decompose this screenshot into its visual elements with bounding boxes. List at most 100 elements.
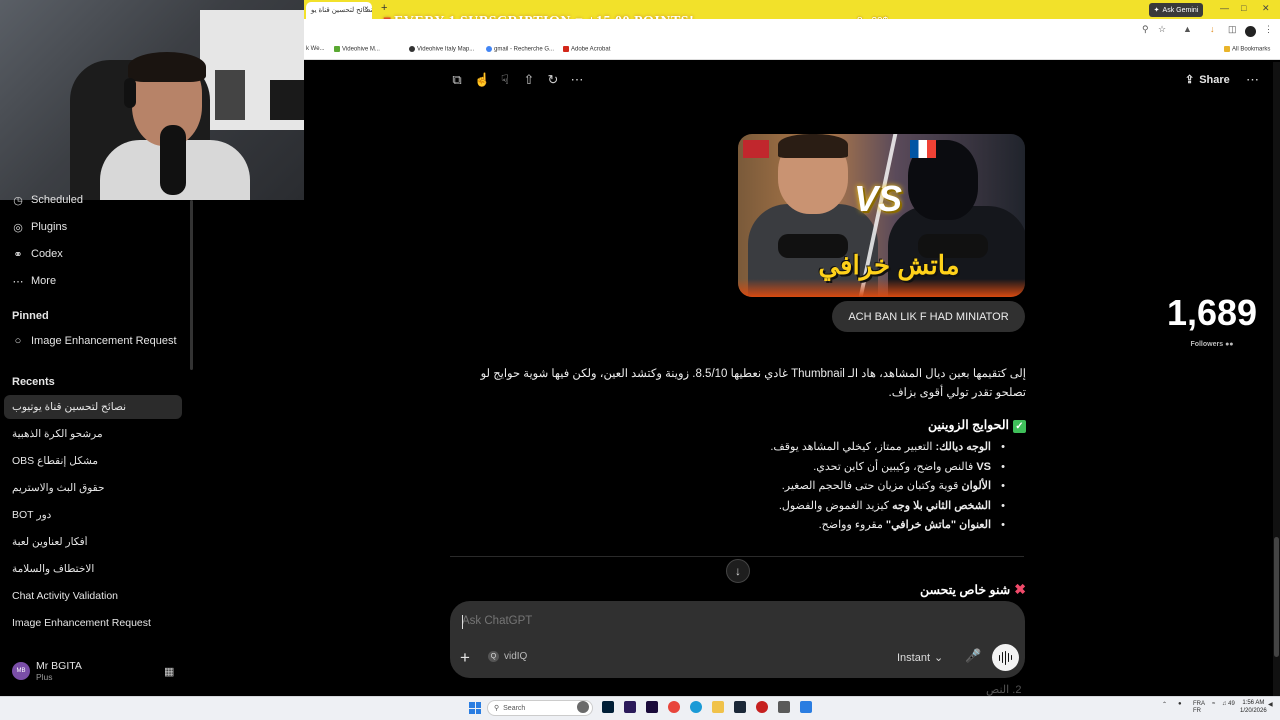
recent-chat-item[interactable]: حقوق البث والاستريم: [12, 482, 180, 494]
list-item: الشخص الثاني بلا وجه كيزيد الغموض والفضو…: [450, 497, 1005, 517]
bookmark-item[interactable]: gmail - Recherche G...: [486, 46, 554, 53]
edge-icon[interactable]: [690, 701, 702, 713]
more-dots-icon[interactable]: ⋯: [570, 72, 584, 88]
browser-tab-active[interactable]: نصائح لتحسين قناة يو: [306, 2, 372, 19]
media-encoder-icon[interactable]: [624, 701, 636, 713]
bookmark-favicon: [334, 46, 340, 52]
close-window-icon[interactable]: ✕: [1262, 3, 1270, 14]
list-item: الألوان قوية وكتبان مزيان حتى فالحجم الص…: [450, 477, 1005, 497]
all-bookmarks-label: All Bookmarks: [1232, 46, 1271, 53]
scrollbar-thumb[interactable]: [1274, 537, 1279, 657]
recent-chat-item[interactable]: Chat Activity Validation: [12, 590, 180, 602]
new-tab-button[interactable]: +: [381, 2, 387, 14]
recent-chat-item[interactable]: مشكل إنقطاع OBS: [12, 455, 180, 467]
bookmark-item[interactable]: Adobe Acrobat: [563, 46, 610, 53]
windows-start-icon[interactable]: [469, 702, 481, 714]
bookmark-item[interactable]: Videohive Italy Map...: [409, 46, 474, 53]
download-icon[interactable]: ↓: [1210, 24, 1215, 34]
check-icon: ✓: [1013, 420, 1026, 433]
volume-indicator[interactable]: ♫ 49: [1222, 701, 1235, 707]
pinned-chat-label: Image Enhancement Request: [31, 335, 177, 347]
add-attachment-button[interactable]: +: [460, 648, 470, 668]
taskbar-widget-icon[interactable]: [577, 701, 589, 713]
chrome-icon[interactable]: [668, 701, 680, 713]
vidiq-plugin-chip[interactable]: QvidIQ: [488, 651, 527, 662]
premiere-icon[interactable]: [646, 701, 658, 713]
microphone-button[interactable]: 🎤: [965, 648, 981, 664]
tray-chevron-icon[interactable]: ⌃: [1162, 701, 1167, 708]
copy-icon[interactable]: ⧉: [450, 72, 464, 88]
maximize-icon[interactable]: □: [1241, 3, 1246, 13]
recent-chat-item[interactable]: أفكار لعناوين لعبة: [12, 536, 180, 548]
profile-avatar[interactable]: [1245, 26, 1256, 37]
photoshop-icon[interactable]: [602, 701, 614, 713]
user-profile[interactable]: MB Mr BGITA Plus: [12, 660, 82, 682]
vidiq-label: vidIQ: [504, 651, 528, 662]
chat-circle-icon: ○: [14, 335, 22, 347]
thumbs-down-icon[interactable]: ☟: [498, 72, 512, 88]
address-bar[interactable]: [304, 19, 1280, 42]
main-scrollbar[interactable]: [1273, 62, 1280, 696]
sidebar-item-scheduled[interactable]: ◷ Scheduled: [12, 194, 83, 207]
sidebar-scrollbar[interactable]: [190, 200, 193, 370]
recents-section-title: Recents: [12, 376, 55, 388]
recent-chat-item[interactable]: الاختطاف والسلامة: [12, 563, 180, 575]
sidebar-item-label: Plugins: [31, 221, 68, 233]
voice-mode-button[interactable]: [992, 644, 1019, 671]
sidebar-item-label: Codex: [31, 248, 63, 260]
user-plan: Plus: [36, 672, 53, 682]
search-icon: ⚲: [494, 705, 500, 712]
bookmark-favicon: [563, 46, 569, 52]
browser-menu-icon[interactable]: ⋮: [1264, 24, 1273, 35]
all-bookmarks[interactable]: All Bookmarks: [1224, 46, 1270, 53]
tab-close-icon[interactable]: ×: [364, 4, 369, 13]
extensions-icon[interactable]: ▲: [1183, 24, 1192, 34]
minimize-icon[interactable]: —: [1220, 3, 1229, 13]
split-view-icon[interactable]: ◫: [1228, 24, 1237, 35]
app-icon[interactable]: [778, 701, 790, 713]
regenerate-icon[interactable]: ↻: [546, 72, 560, 88]
thumbs-up-icon[interactable]: ☝: [474, 72, 490, 88]
sidebar-item-more[interactable]: ⋯ More: [12, 275, 57, 288]
file-explorer-icon[interactable]: [712, 701, 724, 713]
ask-gemini-button[interactable]: ✦ Ask Gemini: [1149, 3, 1203, 17]
good-heading-text: الحوايج الزوينين: [927, 418, 1009, 432]
upload-icon[interactable]: ⇧: [522, 72, 536, 88]
conversation-menu-icon[interactable]: ⋯: [1246, 72, 1259, 88]
share-button[interactable]: ⇪ Share: [1185, 73, 1230, 87]
list-item-bold: العنوان "ماتش خرافي": [885, 519, 991, 531]
app-icon[interactable]: [800, 701, 812, 713]
people-icon: ●●: [1225, 341, 1234, 348]
search-icon[interactable]: ⚲: [1142, 24, 1149, 35]
recent-chat-item[interactable]: مرشحو الكرة الذهبية: [12, 428, 180, 440]
obs-icon[interactable]: [756, 701, 768, 713]
screen: نصائح لتحسين قناة يو × + ■EVERY 1 SUBSCR…: [0, 0, 1280, 720]
recent-chat-item[interactable]: دور BOT: [12, 509, 180, 521]
gift-icon[interactable]: ▦: [164, 665, 174, 678]
sidebar-item-codex[interactable]: ⚭ Codex: [12, 248, 63, 261]
list-item: VS فالنص واضح، وكيبين أن كاين تحدي.: [450, 458, 1005, 478]
wifi-icon[interactable]: ≈: [1212, 701, 1215, 707]
recent-chat-item[interactable]: نصائح لتحسين قناة يوتيوب: [12, 401, 180, 413]
chat-input[interactable]: [462, 615, 862, 627]
model-mode-selector[interactable]: Instant ⌄: [897, 651, 944, 665]
webcam-background-object: [215, 70, 245, 120]
text-caret: [462, 615, 463, 629]
recent-chat-item[interactable]: Image Enhancement Request: [12, 617, 180, 629]
bookmark-item[interactable]: Videohive M...: [334, 46, 380, 53]
sidebar-item-plugins[interactable]: ◎ Plugins: [12, 221, 68, 234]
chevron-down-icon: ⌄: [934, 652, 944, 664]
notification-bell-icon[interactable]: ◀: [1268, 701, 1273, 708]
webcam-overlay: [0, 0, 304, 200]
taskbar-clock[interactable]: 1:56 AM 1/20/2026: [1240, 699, 1267, 715]
steam-icon[interactable]: [734, 701, 746, 713]
scroll-down-button[interactable]: ↓: [726, 559, 750, 583]
star-icon[interactable]: ☆: [1158, 24, 1166, 35]
language-code: FRA: [1193, 701, 1205, 707]
webcam-background-monitor: [270, 80, 304, 120]
language-indicator[interactable]: FRA FR: [1193, 701, 1205, 715]
uploaded-thumbnail-image[interactable]: VS ماتش خرافي: [738, 134, 1025, 297]
pinned-chat-item[interactable]: ○ Image Enhancement Request: [12, 335, 177, 347]
bookmark-item[interactable]: k We...: [306, 46, 325, 52]
tray-app-icon[interactable]: ●: [1178, 701, 1182, 707]
